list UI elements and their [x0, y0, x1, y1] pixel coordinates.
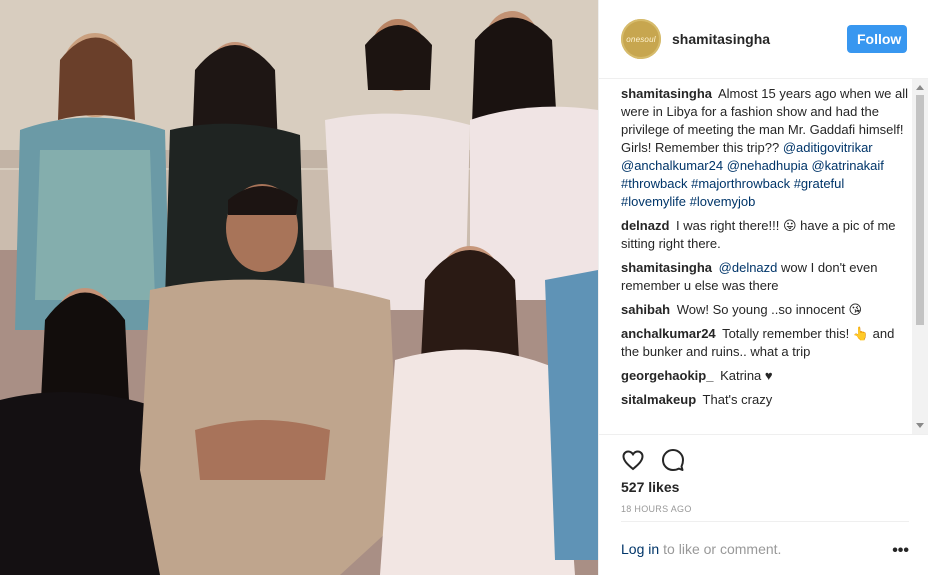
comment-author[interactable]: sahibah: [621, 302, 670, 317]
comment-mention[interactable]: @delnazd: [719, 260, 778, 275]
comment-text: That's crazy: [702, 392, 773, 407]
comment-bubble-icon[interactable]: [659, 446, 687, 474]
comment-text: Wow! So young ..so innocent 😘: [676, 302, 863, 317]
avatar[interactable]: onesoul: [621, 19, 661, 59]
username[interactable]: shamitasingha: [672, 31, 847, 47]
scroll-down-arrow-icon[interactable]: [916, 423, 924, 428]
comment-author[interactable]: delnazd: [621, 218, 669, 233]
heart-icon[interactable]: [619, 446, 647, 474]
avatar-text: onesoul: [626, 34, 656, 44]
login-link[interactable]: Log in: [621, 541, 659, 557]
comment-author[interactable]: shamitasingha: [621, 260, 712, 275]
comment: sahibah Wow! So young ..so innocent 😘: [621, 301, 911, 319]
post-header: onesoul shamitasingha Follow: [599, 0, 928, 79]
comment: shamitasingha @delnazd wow I don't even …: [621, 259, 911, 295]
more-options-icon[interactable]: •••: [892, 542, 909, 560]
comment-author[interactable]: georgehaokip_: [621, 368, 713, 383]
comment-author[interactable]: sitalmakeup: [621, 392, 696, 407]
like-count[interactable]: 527 likes: [621, 479, 679, 495]
caption: shamitasingha Almost 15 years ago when w…: [621, 85, 911, 211]
comment-author[interactable]: shamitasingha: [621, 86, 712, 101]
follow-button[interactable]: Follow: [847, 25, 907, 53]
post-actions: 527 likes 18 HOURS AGO: [599, 434, 928, 521]
post-time: 18 HOURS AGO: [621, 504, 692, 514]
scroll-thumb[interactable]: [916, 95, 924, 325]
scroll-up-arrow-icon[interactable]: [916, 85, 924, 90]
comment-list: shamitasingha Almost 15 years ago when w…: [621, 85, 911, 433]
post-photo[interactable]: [0, 0, 598, 575]
post-side-panel: onesoul shamitasingha Follow shamitasing…: [598, 0, 928, 575]
post-footer: Log in to like or comment. •••: [621, 521, 909, 575]
comment-text: Katrina ♥: [720, 368, 773, 383]
comment: sitalmakeup That's crazy: [621, 391, 911, 409]
comment-author[interactable]: anchalkumar24: [621, 326, 716, 341]
login-prompt-text: to like or comment.: [663, 540, 782, 557]
comment: anchalkumar24 Totally remember this! 👆 a…: [621, 325, 911, 361]
comment: delnazd I was right there!!! 😛 have a pi…: [621, 217, 911, 253]
group-photo-illustration: [0, 0, 598, 575]
comment: georgehaokip_ Katrina ♥: [621, 367, 911, 385]
comments-scrollbar[interactable]: [912, 79, 928, 434]
